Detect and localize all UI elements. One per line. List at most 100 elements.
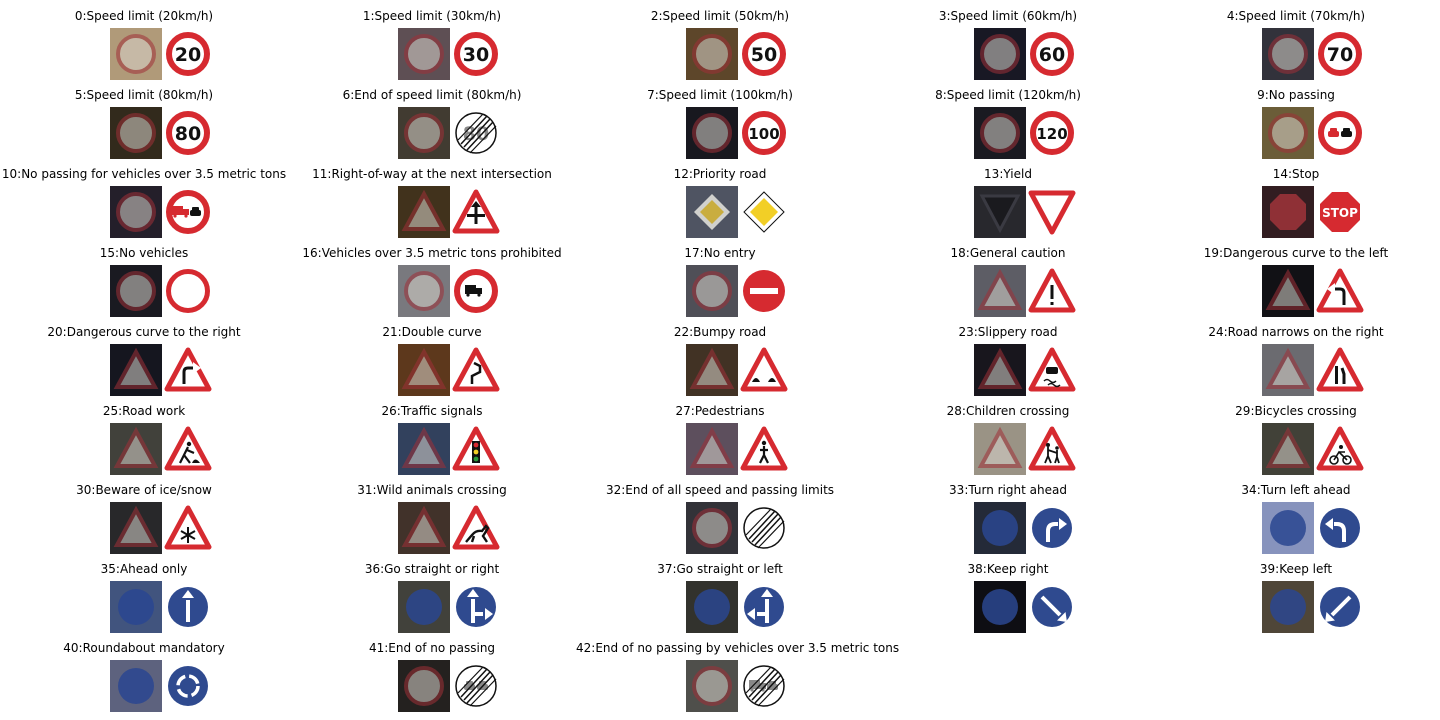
sign-photo [686, 265, 738, 317]
sign-cell: 9:No passing [1152, 79, 1440, 159]
sign-cell: 1:Speed limit (30km/h) 30 [288, 0, 576, 80]
bumpy-sign-icon [738, 344, 790, 396]
sign-title: 37:Go straight or left [657, 562, 783, 576]
sign-cell: 34:Turn left ahead [1152, 474, 1440, 554]
speed-limit-sign-icon: 100 [738, 107, 790, 159]
right-of-way-sign-icon [450, 186, 502, 238]
sign-cell: 6:End of speed limit (80km/h) 80 [288, 79, 576, 159]
sign-title: 28:Children crossing [946, 404, 1070, 418]
sign-photo [1262, 265, 1314, 317]
sign-title: 7:Speed limit (100km/h) [647, 88, 793, 102]
sign-cell: 24:Road narrows on the right [1152, 316, 1440, 396]
sign-photo [974, 581, 1026, 633]
narrows-right-sign-icon [1314, 344, 1366, 396]
curve-left-sign-icon [1314, 265, 1366, 317]
speed-limit-sign-icon: 30 [450, 28, 502, 80]
no-passing-truck-sign-icon [162, 186, 214, 238]
sign-title: 24:Road narrows on the right [1208, 325, 1384, 339]
sign-title: 40:Roundabout mandatory [63, 641, 225, 655]
sign-photo [398, 28, 450, 80]
sign-photo [398, 660, 450, 712]
sign-title: 14:Stop [1272, 167, 1320, 181]
sign-title: 17:No entry [684, 246, 756, 260]
sign-cell: 30:Beware of ice/snow [0, 474, 288, 554]
sign-cell: 16:Vehicles over 3.5 metric tons prohibi… [288, 237, 576, 317]
sign-title: 0:Speed limit (20km/h) [74, 9, 214, 23]
sign-title: 19:Dangerous curve to the left [1203, 246, 1389, 260]
sign-photo [974, 502, 1026, 554]
sign-photo [1262, 186, 1314, 238]
speed-limit-sign-icon: 80 [162, 107, 214, 159]
sign-photo [398, 344, 450, 396]
sign-title: 33:Turn right ahead [949, 483, 1067, 497]
sign-title: 32:End of all speed and passing limits [605, 483, 835, 497]
svg-text:100: 100 [748, 125, 779, 143]
svg-text:70: 70 [1327, 44, 1353, 66]
sign-cell: 27:Pedestrians [576, 395, 864, 475]
sign-title: 16:Vehicles over 3.5 metric tons prohibi… [302, 246, 562, 260]
sign-cell: 25:Road work [0, 395, 288, 475]
stop-sign-icon: STOP [1314, 186, 1366, 238]
bicycles-sign-icon [1314, 423, 1366, 475]
end-speed-sign-icon: 80 [450, 107, 502, 159]
sign-photo [398, 186, 450, 238]
sign-cell: 2:Speed limit (50km/h) 50 [576, 0, 864, 80]
sign-cell: 8:Speed limit (120km/h) 120 [864, 79, 1152, 159]
sign-title: 29:Bicycles crossing [1235, 404, 1357, 418]
sign-cell: 36:Go straight or right [288, 553, 576, 633]
general-caution-sign-icon [1026, 265, 1078, 317]
sign-title: 11:Right-of-way at the next intersection [312, 167, 552, 181]
sign-photo [1262, 344, 1314, 396]
sign-photo [686, 423, 738, 475]
sign-photo [1262, 581, 1314, 633]
sign-cell: 4:Speed limit (70km/h) 70 [1152, 0, 1440, 80]
sign-cell: 13:Yield [864, 158, 1152, 238]
sign-photo [110, 28, 162, 80]
straight-right-sign-icon [450, 581, 502, 633]
end-no-passing-truck-sign-icon [738, 660, 790, 712]
sign-photo [974, 265, 1026, 317]
sign-photo [1262, 502, 1314, 554]
sign-photo [974, 107, 1026, 159]
sign-photo [974, 423, 1026, 475]
sign-title: 6:End of speed limit (80km/h) [342, 88, 522, 102]
sign-title: 25:Road work [102, 404, 186, 418]
children-sign-icon [1026, 423, 1078, 475]
sign-cell: 33:Turn right ahead [864, 474, 1152, 554]
traffic-sign-grid: 0:Speed limit (20km/h) 20 1:Speed limit (3… [0, 0, 1440, 720]
sign-title: 34:Turn left ahead [1241, 483, 1351, 497]
sign-photo [110, 581, 162, 633]
curve-right-sign-icon [162, 344, 214, 396]
keep-right-sign-icon [1026, 581, 1078, 633]
truck-prohibited-sign-icon [450, 265, 502, 317]
end-all-sign-icon [738, 502, 790, 554]
sign-photo [974, 344, 1026, 396]
sign-cell: 40:Roundabout mandatory [0, 632, 288, 712]
sign-photo [974, 186, 1026, 238]
sign-photo [110, 186, 162, 238]
road-work-sign-icon [162, 423, 214, 475]
svg-text:30: 30 [463, 44, 489, 66]
sign-title: 1:Speed limit (30km/h) [362, 9, 502, 23]
sign-cell: 38:Keep right [864, 553, 1152, 633]
sign-title: 2:Speed limit (50km/h) [650, 9, 790, 23]
no-entry-sign-icon [738, 265, 790, 317]
sign-title: 8:Speed limit (120km/h) [935, 88, 1081, 102]
sign-photo [110, 265, 162, 317]
sign-title: 10:No passing for vehicles over 3.5 metr… [1, 167, 287, 181]
sign-cell: 20:Dangerous curve to the right [0, 316, 288, 396]
svg-text:120: 120 [1036, 125, 1067, 143]
sign-photo [110, 423, 162, 475]
end-no-passing-sign-icon [450, 660, 502, 712]
sign-photo [686, 502, 738, 554]
sign-cell: 31:Wild animals crossing [288, 474, 576, 554]
sign-photo [1262, 28, 1314, 80]
sign-title: 3:Speed limit (60km/h) [938, 9, 1078, 23]
yield-sign-icon [1026, 186, 1078, 238]
ice-snow-sign-icon [162, 502, 214, 554]
priority-sign-icon [738, 186, 790, 238]
sign-photo [398, 265, 450, 317]
sign-photo [686, 186, 738, 238]
pedestrians-sign-icon [738, 423, 790, 475]
sign-cell: 21:Double curve [288, 316, 576, 396]
